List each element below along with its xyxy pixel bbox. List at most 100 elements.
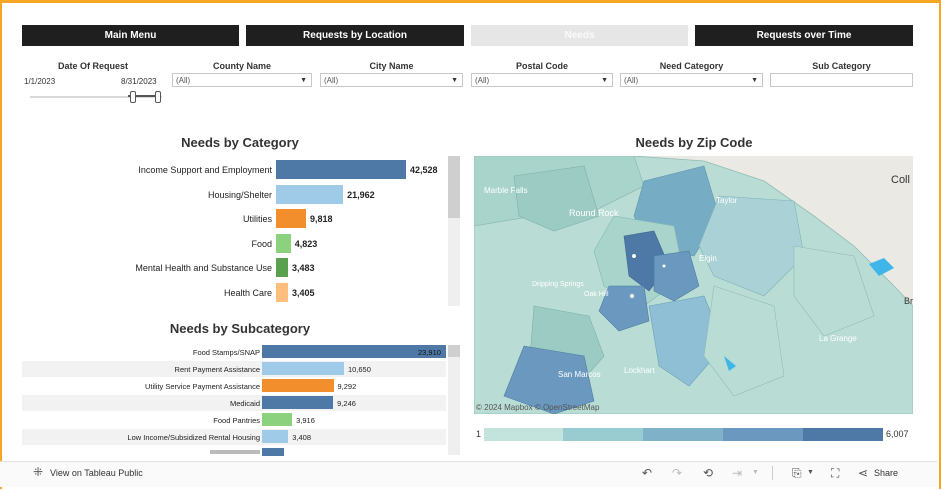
revert-icon[interactable]: ⟲ [703, 466, 713, 480]
category-label: Housing/Shelter [207, 189, 272, 200]
map-label-round-rock: Round Rock [569, 208, 619, 218]
subcategory-row[interactable]: Medicaid 9,246 [22, 395, 446, 411]
county-filter-label: County Name [212, 61, 271, 71]
map-attribution[interactable]: © 2024 Mapbox © OpenStreetMap [476, 403, 599, 412]
subcategory-row[interactable]: Food Pantries 3,916 [22, 412, 446, 428]
map-label-lockhart: Lockhart [624, 366, 655, 375]
chevron-down-icon: ▼ [601, 77, 608, 84]
category-label: Health Care [223, 287, 272, 298]
subcategory-bar[interactable] [262, 413, 293, 426]
subcategory-value: 3,916 [296, 416, 315, 425]
category-value: 9,818 [310, 214, 333, 224]
subcategory-bar[interactable] [262, 396, 334, 409]
subcategory-label: Food Pantries [213, 416, 260, 425]
view-on-tableau-link[interactable]: View on Tableau Public [50, 468, 143, 478]
map-label-san-marcos: San Marcos [558, 370, 601, 379]
category-bar[interactable] [276, 184, 344, 204]
legend-max: 6,007 [886, 429, 909, 439]
legend-seg-5 [803, 428, 883, 441]
postal-select[interactable]: (All) ▼ [471, 73, 613, 87]
download-dropdown-icon[interactable]: ▼ [807, 469, 814, 476]
legend-seg-4 [723, 428, 803, 441]
subcategory-bar[interactable] [262, 430, 289, 443]
city-value: (All) [324, 76, 339, 85]
needs-button[interactable]: Needs [471, 25, 688, 46]
legend-seg-3 [643, 428, 723, 441]
subcategory-scrollbar-thumb[interactable] [448, 345, 460, 357]
subcategory-value: 9,292 [337, 382, 357, 391]
category-bar[interactable] [276, 233, 291, 253]
subcategory-bar[interactable] [262, 379, 334, 392]
category-label: Utilities [242, 214, 272, 224]
map-label-taylor: Taylor [716, 196, 738, 205]
postal-value: (All) [475, 76, 490, 85]
need-value: (All) [624, 76, 639, 85]
undo-icon[interactable]: ↶ [642, 466, 652, 480]
subcategory-label: Rent Payment Assistance [174, 365, 260, 374]
chevron-down-icon: ▼ [451, 77, 458, 84]
redo-icon[interactable]: ↷ [672, 466, 682, 480]
category-bar[interactable] [276, 160, 406, 179]
download-icon[interactable]: ⎘ [792, 466, 802, 481]
share-button[interactable]: Share [874, 468, 898, 478]
map-label-dripping-springs: Dripping Springs [532, 281, 584, 288]
subcategory-row[interactable]: Rent Payment Assistance 10,650 [22, 361, 446, 377]
date-start: 1/1/2023 [24, 77, 56, 86]
footer-divider [772, 466, 773, 480]
category-label: Mental Health and Substance Use [135, 263, 272, 273]
chevron-down-icon: ▼ [751, 77, 758, 84]
subcategory-cutoff-row [22, 448, 446, 456]
sub-category-input[interactable] [770, 73, 913, 87]
refresh-dropdown-icon[interactable]: ▼ [752, 469, 759, 476]
city-filter-label: City Name [369, 61, 414, 71]
category-value: 3,405 [292, 287, 315, 298]
category-scrollbar[interactable] [448, 156, 460, 306]
map-label-edge-right-lower: Br [904, 296, 913, 306]
date-slider-handle-end[interactable] [155, 91, 161, 103]
main-menu-button[interactable]: Main Menu [22, 25, 239, 46]
category-bar[interactable] [276, 209, 306, 228]
map-label-elgin: Elgin [699, 254, 717, 263]
subcategory-scrollbar[interactable] [448, 345, 460, 455]
category-value: 21,962 [347, 189, 375, 200]
requests-over-time-button[interactable]: Requests over Time [695, 25, 913, 46]
city-select[interactable]: (All) ▼ [320, 73, 463, 87]
subcategory-label: Medicaid [229, 399, 260, 408]
county-value: (All) [176, 76, 191, 85]
map-label-la-grange: La Grange [819, 334, 857, 343]
subcategory-row[interactable]: Food Stamps/SNAP 23,910 [22, 344, 446, 360]
date-end: 8/31/2023 [121, 77, 157, 86]
category-bar[interactable] [276, 282, 288, 302]
subcategory-label: Low Income/Subsidized Rental Housing [127, 433, 260, 442]
chevron-down-icon: ▼ [300, 77, 307, 84]
date-slider-handle-start[interactable] [130, 91, 136, 103]
needs-by-category-title: Needs by Category [181, 135, 299, 150]
category-scrollbar-thumb[interactable] [448, 156, 460, 218]
county-select[interactable]: (All) ▼ [172, 73, 312, 87]
requests-by-location-button[interactable]: Requests by Location [246, 25, 464, 46]
category-value: 3,483 [292, 263, 315, 273]
share-icon[interactable]: ⋖ [858, 466, 868, 480]
legend-min: 1 [476, 429, 482, 439]
legend-seg-2 [563, 428, 643, 441]
category-value: 42,528 [410, 165, 438, 175]
subcategory-label: Utility Service Payment Assistance [144, 382, 260, 391]
subcategory-value: 9,246 [337, 399, 356, 408]
category-label: Income Support and Employment [138, 165, 272, 175]
map-label-oak-hill: Oak Hill [584, 291, 609, 298]
category-label: Food [251, 238, 272, 249]
subcategory-value: 23,910 [418, 348, 441, 357]
sub-filter-label: Sub Category [812, 61, 871, 71]
subcategory-label: Food Stamps/SNAP [192, 348, 260, 357]
need-select[interactable]: (All) ▼ [620, 73, 763, 87]
subcategory-row[interactable]: Low Income/Subsidized Rental Housing 3,40… [22, 429, 446, 445]
map-label-edge-right: Coll [891, 174, 910, 186]
subcategory-bar[interactable] [262, 362, 344, 375]
zip-code-map[interactable]: Round Rock Taylor Elgin Marble Falls Oak… [474, 156, 913, 414]
refresh-icon[interactable]: ⇥ [732, 466, 742, 480]
need-filter-label: Need Category [659, 61, 724, 71]
category-bar[interactable] [276, 258, 288, 277]
subcategory-row[interactable]: Utility Service Payment Assistance 9,292 [22, 378, 446, 394]
fullscreen-icon[interactable]: ⛶ [831, 466, 839, 481]
tableau-logo-icon: ⁜ [33, 465, 44, 479]
